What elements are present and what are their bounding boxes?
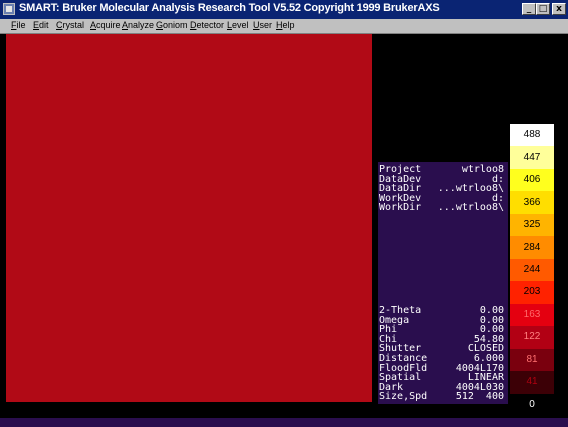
info-row: WorkDir ...wtrloo8\: [378, 203, 506, 213]
scale-label: 325: [523, 219, 541, 231]
menu-detector[interactable]: Detector: [190, 20, 224, 30]
info-panel: Project wtrloo8 DataDev d: DataDir ...wtrloo8…: [378, 162, 508, 404]
minimize-button[interactable]: _: [522, 3, 536, 15]
menu-edit[interactable]: Edit: [33, 20, 49, 30]
info-value: ...wtrloo8\: [437, 202, 504, 214]
close-button[interactable]: x: [552, 3, 566, 15]
info-label: WorkDir: [379, 202, 422, 214]
menu-label-rest: etector: [196, 20, 225, 30]
menu-bar: File Edit Crystal Acquire Analyze Goniom Detec…: [0, 19, 568, 34]
menu-label-rest: elp: [282, 20, 295, 30]
menu-label-rest: ser: [259, 20, 273, 30]
scale-label: 366: [523, 196, 541, 208]
menu-mnemonic: G: [156, 20, 164, 30]
menu-acquire[interactable]: Acquire: [90, 20, 121, 30]
status-strip: [0, 418, 568, 427]
scale-label: 0: [529, 398, 535, 410]
menu-label-rest: rystal: [62, 20, 85, 30]
menu-label-rest: evel: [232, 20, 249, 30]
info-row: Size,Spd 512 400: [378, 392, 506, 402]
menu-label-rest: oniom: [163, 20, 188, 30]
scale-label: 81: [526, 353, 538, 365]
info-value: 512 400: [455, 391, 504, 403]
menu-level[interactable]: Level: [227, 20, 249, 30]
menu-label-rest: cquire: [96, 20, 121, 30]
menu-help[interactable]: Help: [276, 20, 295, 30]
app-icon[interactable]: [3, 3, 15, 15]
scale-label: 203: [523, 286, 541, 298]
menu-crystal[interactable]: Crystal: [56, 20, 84, 30]
menu-label-rest: nalyze: [128, 20, 155, 30]
window-title: SMART: Bruker Molecular Analysis Researc…: [19, 2, 440, 14]
frame-image[interactable]: [6, 34, 372, 402]
smart-window: SMART: Bruker Molecular Analysis Researc…: [0, 0, 568, 427]
scale-label: 284: [523, 241, 541, 253]
maximize-button[interactable]: □: [536, 3, 550, 15]
scale-label: 488: [523, 129, 541, 141]
menu-analyze[interactable]: Analyze: [122, 20, 154, 30]
intensity-color-scale: 488 447 406 366 325 284 244 203 163 122 81 41 0: [510, 124, 554, 417]
menu-user[interactable]: User: [253, 20, 272, 30]
menu-goniom[interactable]: Goniom: [156, 20, 188, 30]
scale-label: 163: [523, 308, 541, 320]
scale-label: 447: [523, 151, 541, 163]
menu-file[interactable]: File: [11, 20, 26, 30]
menu-label-rest: ile: [16, 20, 26, 30]
scale-label: 244: [523, 264, 541, 275]
scale-label: 122: [523, 331, 541, 343]
scale-label: 406: [523, 174, 541, 186]
scale-label: 41: [526, 376, 538, 388]
info-label: Size,Spd: [379, 391, 428, 403]
title-bar: SMART: Bruker Molecular Analysis Researc…: [0, 0, 568, 19]
menu-label-rest: dit: [39, 20, 49, 30]
